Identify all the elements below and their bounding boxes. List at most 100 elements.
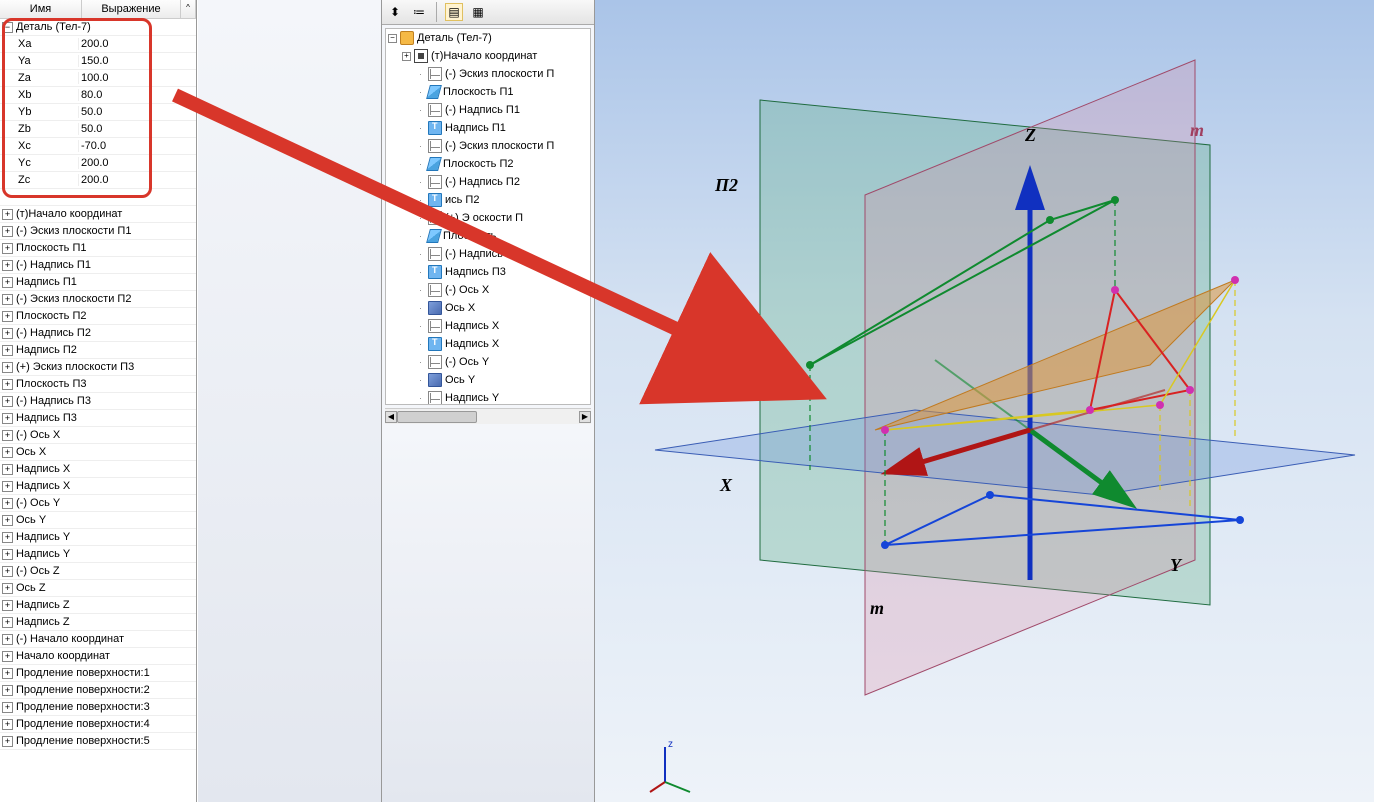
tree-panel[interactable]: ⬍ ≔ ▤ ▦ − Деталь (Тел-7) + (т)Начало коо… <box>382 0 595 802</box>
var-tree-row[interactable]: + (-) Ось X <box>0 427 196 444</box>
var-tree-row[interactable]: + Плоскость П1 <box>0 240 196 257</box>
var-tree-row[interactable]: + Продление поверхности:1 <box>0 665 196 682</box>
var-row[interactable]: Zc 200.0 <box>0 172 196 189</box>
expand-icon[interactable]: + <box>2 481 13 492</box>
expand-icon[interactable]: + <box>2 566 13 577</box>
var-tree-row[interactable]: + (-) Надпись П2 <box>0 325 196 342</box>
var-tree-row[interactable]: + Плоскость П2 <box>0 308 196 325</box>
expand-icon[interactable]: + <box>2 447 13 458</box>
var-value[interactable]: 200.0 <box>78 38 196 50</box>
expand-icon[interactable]: + <box>2 549 13 560</box>
var-row[interactable]: Yb 50.0 <box>0 104 196 121</box>
tree-item[interactable]: · (-) Ось X <box>386 281 590 299</box>
expand-icon[interactable]: + <box>2 243 13 254</box>
var-title-row[interactable]: − Деталь (Тел-7) <box>0 19 196 36</box>
variables-panel[interactable]: Имя Выражение ^ − Деталь (Тел-7) Xa 200.… <box>0 0 197 802</box>
expand-icon[interactable]: + <box>2 736 13 747</box>
expand-icon[interactable]: + <box>2 702 13 713</box>
expand-icon[interactable]: + <box>2 294 13 305</box>
scroll-left-icon[interactable]: ◀ <box>385 411 397 423</box>
tree-item[interactable]: · Плоскость П1 <box>386 83 590 101</box>
expand-icon[interactable]: + <box>2 379 13 390</box>
expand-icon[interactable]: + <box>2 668 13 679</box>
var-tree-row[interactable]: + (-) Эскиз плоскости П1 <box>0 223 196 240</box>
var-row[interactable]: Ya 150.0 <box>0 53 196 70</box>
expand-icon[interactable]: + <box>2 464 13 475</box>
var-tree-row[interactable]: + Продление поверхности:5 <box>0 733 196 750</box>
col-name[interactable]: Имя <box>0 0 82 18</box>
var-row[interactable]: Xa 200.0 <box>0 36 196 53</box>
3d-viewport[interactable]: Z П2 X m Y m z <box>595 0 1374 802</box>
var-value[interactable]: 100.0 <box>78 72 196 84</box>
var-tree-row[interactable]: + Надпись Z <box>0 614 196 631</box>
var-tree-row[interactable]: + Надпись П1 <box>0 274 196 291</box>
col-up[interactable]: ^ <box>181 0 196 18</box>
tree-hscroll[interactable]: ◀ ▶ <box>385 408 591 424</box>
var-value[interactable]: 150.0 <box>78 55 196 67</box>
var-tree-row[interactable]: + Надпись X <box>0 478 196 495</box>
tree-item[interactable]: · Плоскость <box>386 227 590 245</box>
expand-icon[interactable]: + <box>2 515 13 526</box>
var-tree-row[interactable]: + (-) Начало координат <box>0 631 196 648</box>
expand-icon[interactable]: + <box>2 498 13 509</box>
tree-item[interactable]: + (т)Начало координат <box>386 47 590 65</box>
tree-btn-1[interactable]: ⬍ <box>386 3 404 21</box>
var-tree-row[interactable]: + (-) Ось Z <box>0 563 196 580</box>
tree-scroll[interactable]: − Деталь (Тел-7) + (т)Начало координат· … <box>385 28 591 405</box>
var-tree-row[interactable]: + (т)Начало координат <box>0 206 196 223</box>
expand-icon[interactable]: + <box>2 209 13 220</box>
tree-btn-2[interactable]: ≔ <box>410 3 428 21</box>
var-value[interactable]: -70.0 <box>78 140 196 152</box>
expand-icon[interactable]: + <box>2 600 13 611</box>
expand-icon[interactable]: + <box>2 651 13 662</box>
expand-icon[interactable]: + <box>2 413 13 424</box>
expand-icon[interactable]: + <box>2 260 13 271</box>
var-row[interactable]: Xb 80.0 <box>0 87 196 104</box>
tree-item[interactable]: · Ось Y <box>386 371 590 389</box>
tree-item[interactable]: · Плоскость П2 <box>386 155 590 173</box>
var-tree-row[interactable]: + (-) Ось Y <box>0 495 196 512</box>
var-value[interactable]: 50.0 <box>78 123 196 135</box>
var-row[interactable]: Za 100.0 <box>0 70 196 87</box>
var-tree-row[interactable]: + Продление поверхности:3 <box>0 699 196 716</box>
expand-icon[interactable]: + <box>402 52 411 61</box>
var-tree-row[interactable]: + Надпись П3 <box>0 410 196 427</box>
tree-item[interactable]: · (-) Надпись П2 <box>386 173 590 191</box>
var-value[interactable]: 200.0 <box>78 174 196 186</box>
var-row[interactable]: Yc 200.0 <box>0 155 196 172</box>
expand-icon[interactable]: + <box>2 345 13 356</box>
expand-icon[interactable]: + <box>2 617 13 628</box>
var-tree-row[interactable]: + Ось Z <box>0 580 196 597</box>
var-tree-row[interactable]: + Ось X <box>0 444 196 461</box>
tree-item[interactable]: · Надпись X <box>386 317 590 335</box>
orientation-gizmo[interactable]: z <box>645 737 705 797</box>
scroll-thumb[interactable] <box>397 411 477 423</box>
var-tree-row[interactable]: + Надпись X <box>0 461 196 478</box>
collapse-icon[interactable]: − <box>388 34 397 43</box>
tree-root[interactable]: − Деталь (Тел-7) <box>386 29 590 47</box>
expand-icon[interactable]: + <box>2 430 13 441</box>
var-tree-row[interactable]: + Продление поверхности:4 <box>0 716 196 733</box>
tree-item[interactable]: · Надпись X <box>386 335 590 353</box>
expand-icon[interactable]: + <box>2 532 13 543</box>
tree-item[interactable]: · Ось X <box>386 299 590 317</box>
tree-item[interactable]: · (-) Эскиз плоскости П <box>386 65 590 83</box>
expand-icon[interactable]: + <box>2 226 13 237</box>
tree-item[interactable]: · (-) Надпись П1 <box>386 101 590 119</box>
var-tree-row[interactable]: + Начало координат <box>0 648 196 665</box>
expand-icon[interactable]: + <box>2 634 13 645</box>
var-tree-row[interactable]: + Надпись П2 <box>0 342 196 359</box>
var-tree-row[interactable]: + Надпись Y <box>0 529 196 546</box>
var-value[interactable]: 80.0 <box>78 89 196 101</box>
tree-item[interactable]: · Надпись Y <box>386 389 590 405</box>
tree-btn-4[interactable]: ▦ <box>469 3 487 21</box>
var-tree-row[interactable]: + Надпись Z <box>0 597 196 614</box>
scroll-right-icon[interactable]: ▶ <box>579 411 591 423</box>
tree-item[interactable]: · ись П2 <box>386 191 590 209</box>
tree-item[interactable]: · Надпись П1 <box>386 119 590 137</box>
var-tree-row[interactable]: + Ось Y <box>0 512 196 529</box>
expand-icon[interactable]: + <box>2 396 13 407</box>
var-tree-row[interactable]: + Надпись Y <box>0 546 196 563</box>
collapse-icon[interactable]: − <box>2 22 13 33</box>
tree-btn-3[interactable]: ▤ <box>445 3 463 21</box>
